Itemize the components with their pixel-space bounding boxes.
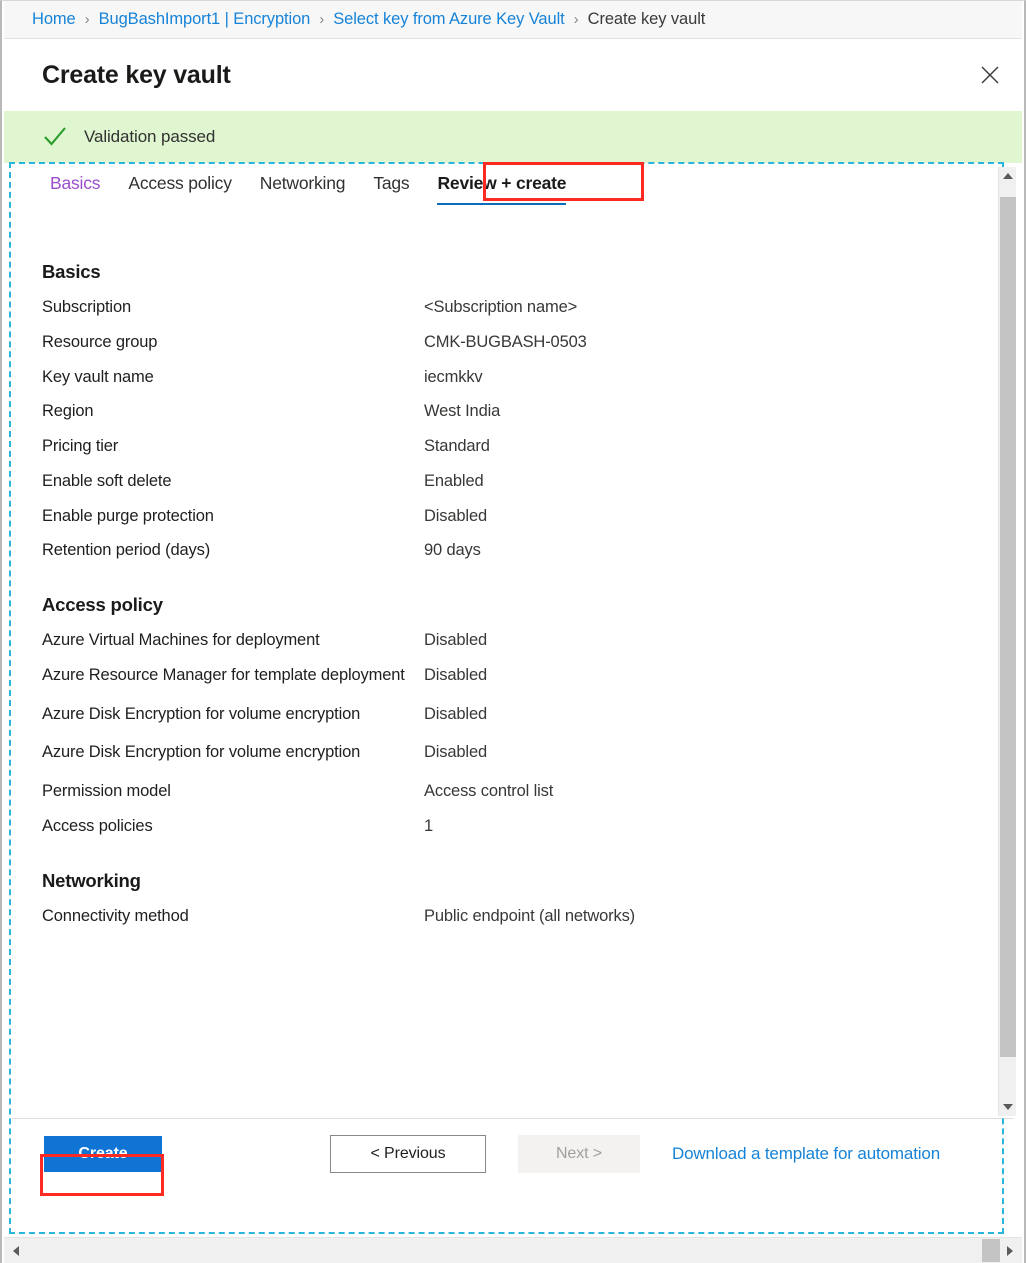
row-value: Access control list — [424, 781, 553, 803]
review-row-access-policies: Access policies 1 — [42, 816, 1000, 838]
create-button[interactable]: Create — [44, 1136, 162, 1172]
tab-networking[interactable]: Networking — [260, 173, 346, 196]
chevron-up-icon[interactable] — [999, 167, 1016, 185]
row-value: Disabled — [424, 630, 487, 652]
checkmark-icon — [42, 124, 68, 150]
row-label: Azure Resource Manager for template depl… — [42, 665, 424, 687]
review-row-subscription: Subscription <Subscription name> — [42, 297, 1000, 319]
tab-basics[interactable]: Basics — [50, 173, 100, 196]
review-row-connectivity-method: Connectivity method Public endpoint (all… — [42, 906, 1000, 928]
download-template-link[interactable]: Download a template for automation — [672, 1144, 940, 1164]
row-value: Enabled — [424, 471, 484, 493]
row-value: Disabled — [424, 665, 487, 687]
row-value: 1 — [424, 816, 433, 838]
review-row-azure-virtual-machines: Azure Virtual Machines for deployment Di… — [42, 630, 1000, 652]
row-value: Disabled — [424, 742, 487, 764]
row-label: Resource group — [42, 332, 424, 354]
chevron-right-icon[interactable] — [1000, 1238, 1020, 1263]
row-value: Public endpoint (all networks) — [424, 906, 635, 928]
horizontal-scrollbar[interactable] — [4, 1237, 1022, 1263]
breadcrumb-item-select-key[interactable]: Select key from Azure Key Vault — [333, 10, 564, 29]
review-row-region: Region West India — [42, 401, 1000, 423]
row-value: iecmkkv — [424, 367, 483, 389]
row-value: Disabled — [424, 704, 487, 726]
row-value: Disabled — [424, 506, 487, 528]
breadcrumb-item-home[interactable]: Home — [32, 10, 76, 29]
breadcrumb-item-bugbashimport1-encryption[interactable]: BugBashImport1 | Encryption — [99, 10, 311, 29]
vertical-scrollbar[interactable] — [998, 167, 1016, 1116]
validation-banner: Validation passed — [4, 111, 1022, 163]
review-row-azure-disk-encryption-1: Azure Disk Encryption for volume encrypt… — [42, 704, 1000, 726]
close-icon[interactable] — [972, 57, 1008, 93]
breadcrumb-separator-icon: › — [319, 12, 324, 27]
chevron-down-icon[interactable] — [999, 1098, 1016, 1116]
row-value: Standard — [424, 436, 490, 458]
row-value: CMK-BUGBASH-0503 — [424, 332, 587, 354]
row-label: Subscription — [42, 297, 424, 319]
row-label: Region — [42, 401, 424, 423]
vertical-scrollbar-thumb[interactable] — [1000, 197, 1016, 1057]
row-label: Enable soft delete — [42, 471, 424, 493]
breadcrumb-separator-icon: › — [85, 12, 90, 27]
section-heading-networking: Networking — [42, 870, 1000, 892]
tab-tags[interactable]: Tags — [373, 173, 409, 196]
row-label: Azure Disk Encryption for volume encrypt… — [42, 704, 424, 726]
row-label: Retention period (days) — [42, 540, 424, 562]
blade-title-bar: Create key vault — [4, 39, 1022, 111]
tab-review-create[interactable]: Review + create — [437, 173, 566, 196]
validation-message: Validation passed — [84, 127, 215, 147]
chevron-left-icon[interactable] — [6, 1238, 26, 1263]
review-content: Basics Subscription <Subscription name> … — [12, 206, 1000, 1114]
row-label: Access policies — [42, 816, 424, 838]
wizard-tabs: Basics Access policy Networking Tags Rev… — [12, 165, 566, 203]
horizontal-scrollbar-thumb[interactable] — [982, 1239, 1000, 1262]
tab-active-underline — [437, 203, 566, 205]
create-key-vault-blade: Home › BugBashImport1 | Encryption › Sel… — [0, 0, 1026, 1263]
review-row-pricing-tier: Pricing tier Standard — [42, 436, 1000, 458]
section-heading-access-policy: Access policy — [42, 594, 1000, 616]
review-row-azure-disk-encryption-2: Azure Disk Encryption for volume encrypt… — [42, 742, 1000, 764]
previous-button[interactable]: < Previous — [330, 1135, 486, 1173]
row-label: Azure Virtual Machines for deployment — [42, 630, 424, 652]
review-row-azure-resource-manager: Azure Resource Manager for template depl… — [42, 665, 1000, 687]
review-row-key-vault-name: Key vault name iecmkkv — [42, 367, 1000, 389]
page-title: Create key vault — [4, 61, 231, 90]
breadcrumb: Home › BugBashImport1 | Encryption › Sel… — [4, 1, 1022, 39]
tab-access-policy[interactable]: Access policy — [128, 173, 231, 196]
review-row-enable-purge-protection: Enable purge protection Disabled — [42, 506, 1000, 528]
row-value: <Subscription name> — [424, 297, 577, 319]
review-row-retention-period: Retention period (days) 90 days — [42, 540, 1000, 562]
row-value: West India — [424, 401, 500, 423]
row-label: Enable purge protection — [42, 506, 424, 528]
breadcrumb-item-create-key-vault: Create key vault — [588, 10, 706, 29]
review-row-enable-soft-delete: Enable soft delete Enabled — [42, 471, 1000, 493]
row-label: Key vault name — [42, 367, 424, 389]
review-row-resource-group: Resource group CMK-BUGBASH-0503 — [42, 332, 1000, 354]
next-button: Next > — [518, 1135, 640, 1173]
row-label: Connectivity method — [42, 906, 424, 928]
row-label: Permission model — [42, 781, 424, 803]
review-row-permission-model: Permission model Access control list — [42, 781, 1000, 803]
row-label: Azure Disk Encryption for volume encrypt… — [42, 742, 424, 764]
breadcrumb-separator-icon: › — [574, 12, 579, 27]
row-value: 90 days — [424, 540, 481, 562]
section-heading-basics: Basics — [42, 261, 1000, 283]
blade-footer: Create < Previous Next > Download a temp… — [12, 1118, 1014, 1231]
tab-review-create-label: Review + create — [437, 173, 566, 193]
row-label: Pricing tier — [42, 436, 424, 458]
